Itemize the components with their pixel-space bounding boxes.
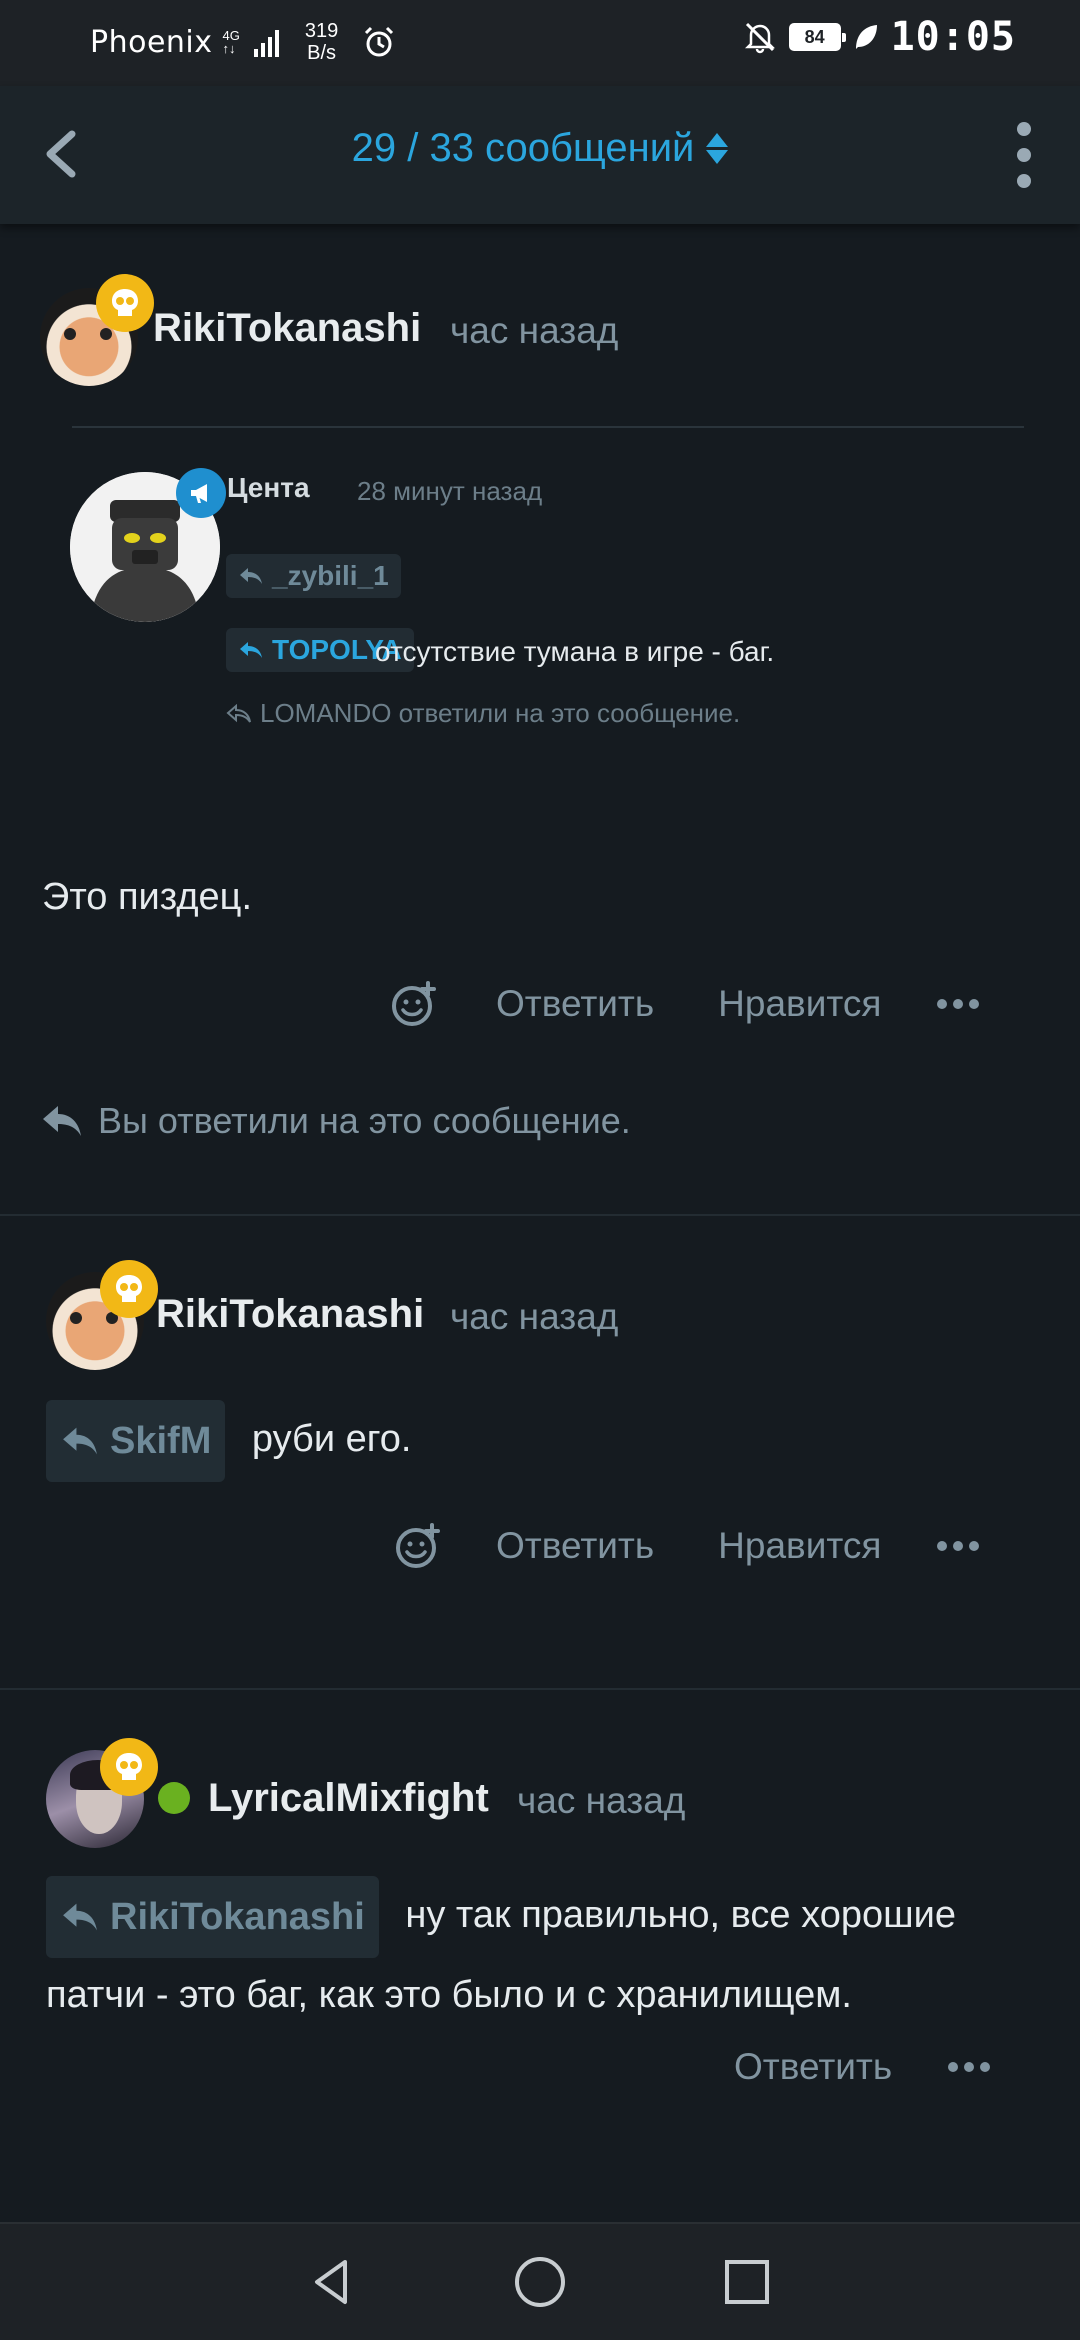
- nav-home-icon[interactable]: [510, 2252, 570, 2312]
- like-button[interactable]: Нравится: [718, 983, 881, 1025]
- message-post: RikiTokanashi час назад SkifM руби его. …: [0, 1216, 1080, 1690]
- message-post: LyricalMixfight час назад RikiTokanashi …: [0, 1690, 1080, 2220]
- embed-replied-note: LOMANDO ответили на это сообщение.: [226, 698, 740, 729]
- message-body: руби его.: [251, 1418, 412, 1461]
- speed-value: 319: [304, 20, 339, 42]
- message-actions: Ответить Нравится: [390, 980, 1030, 1028]
- carrier-name: Phoenix: [90, 24, 213, 60]
- message-body-line-1: ну так правильно, все хорошие: [405, 1894, 956, 1937]
- like-button[interactable]: Нравится: [718, 1525, 881, 1567]
- message-feed: RikiTokanashi час назад Цента 28 минут н…: [0, 224, 1080, 2220]
- reply-button[interactable]: Ответить: [496, 983, 654, 1025]
- more-actions-icon[interactable]: [937, 999, 980, 1009]
- message-text: RikiTokanashi ну так правильно, все хоро…: [46, 1876, 1046, 2032]
- message-text: Это пиздец.: [42, 876, 253, 918]
- replied-note-label: Вы ответили на это сообщение.: [98, 1100, 631, 1141]
- sort-icon[interactable]: [706, 133, 729, 164]
- embed-message-text: отсутствие тумана в игре - баг.: [375, 636, 775, 667]
- battery-level: 84: [804, 26, 825, 47]
- timestamp: час назад: [450, 1296, 619, 1337]
- add-reaction-icon[interactable]: [394, 1522, 442, 1570]
- clock: 10:05: [890, 14, 1016, 60]
- nav-recents-icon[interactable]: [717, 2252, 777, 2312]
- message-body-line-2: патчи - это баг, как это было и с хранил…: [46, 1974, 852, 2016]
- username[interactable]: LyricalMixfight: [208, 1776, 489, 1821]
- embed-reply-chip-label: _zybili_1: [272, 560, 389, 591]
- megaphone-badge-icon: [176, 468, 226, 518]
- divider: [72, 426, 1024, 428]
- reply-button[interactable]: Ответить: [734, 2046, 892, 2088]
- more-actions-icon[interactable]: [937, 1541, 980, 1551]
- message-text: SkifM руби его.: [46, 1400, 411, 1482]
- speed-unit: B/s: [307, 42, 337, 64]
- more-menu-icon[interactable]: [1004, 122, 1044, 188]
- alarm-icon: [365, 26, 394, 57]
- battery-icon: 84: [788, 23, 846, 51]
- skull-badge-icon: [100, 1260, 158, 1318]
- skull-badge-icon: [100, 1738, 158, 1796]
- leaf-icon: [855, 25, 877, 49]
- bell-off-icon: [744, 22, 775, 54]
- skull-badge-icon: [96, 274, 154, 332]
- username[interactable]: RikiTokanashi: [156, 1292, 424, 1337]
- timestamp: час назад: [517, 1780, 686, 1821]
- signal-icon: [253, 27, 279, 57]
- timestamp: час назад: [450, 310, 619, 351]
- reply-chip-label[interactable]: RikiTokanashi: [110, 1880, 365, 1954]
- reply-chip-label[interactable]: SkifM: [110, 1404, 211, 1478]
- app-bar: 29 / 33 сообщений: [0, 86, 1080, 224]
- message-actions: Ответить Нравится: [394, 1522, 1034, 1570]
- message-post: RikiTokanashi час назад Цента 28 минут н…: [0, 224, 1080, 1216]
- embed-username: Цента: [227, 472, 310, 503]
- message-counter[interactable]: 29 / 33 сообщений: [0, 126, 1080, 171]
- status-bar: Phoenix 4G ↑↓ 319 B/s 84 10:05: [0, 0, 1080, 86]
- reply-chip[interactable]: RikiTokanashi: [46, 1876, 379, 1958]
- username[interactable]: RikiTokanashi: [153, 306, 421, 351]
- more-actions-icon[interactable]: [948, 2062, 991, 2072]
- message-actions: Ответить: [734, 2046, 991, 2088]
- network-type: 4G ↑↓: [222, 28, 240, 56]
- online-status-icon: [158, 1782, 190, 1814]
- quoted-image[interactable]: Цента 28 минут назад _zybili_1 TOPOLYA о…: [50, 426, 1046, 766]
- replied-note: Вы ответили на это сообщение.: [40, 1100, 631, 1142]
- network-speed: 319 B/s: [305, 20, 338, 64]
- reply-button[interactable]: Ответить: [496, 1525, 654, 1567]
- embed-reply-chip: _zybili_1: [226, 554, 401, 598]
- add-reaction-icon[interactable]: [390, 980, 438, 1028]
- system-nav-bar: [0, 2222, 1080, 2340]
- embed-timestamp: 28 минут назад: [357, 476, 543, 506]
- nav-back-icon[interactable]: [303, 2252, 363, 2312]
- reply-chip[interactable]: SkifM: [46, 1400, 226, 1482]
- embed-replied-note-label: LOMANDO ответили на это сообщение.: [260, 698, 741, 728]
- message-counter-label[interactable]: 29 / 33 сообщений: [352, 126, 695, 171]
